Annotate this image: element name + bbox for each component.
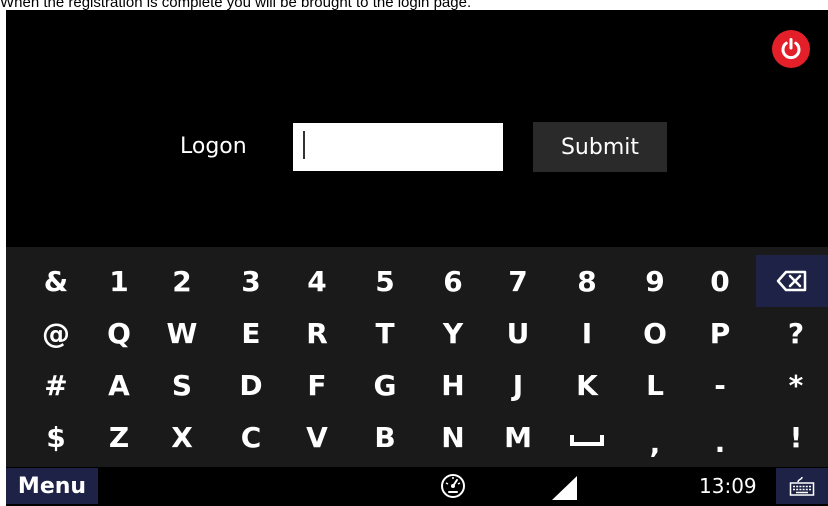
key-w[interactable]: W [150,307,214,359]
keyboard-toggle-button[interactable] [776,468,828,504]
key-2[interactable]: 2 [150,255,214,307]
keyboard-row-2: @ Q W E R T Y U I O P ? [6,307,828,359]
key-l[interactable]: L [623,359,687,411]
key-m[interactable]: M [486,411,550,463]
keyboard-icon [789,476,815,496]
key-a[interactable]: A [87,359,151,411]
taskbar: Menu 13:09 [6,467,828,506]
device-screen: Logon Submit & 1 2 3 4 5 6 7 8 9 0 @ Q W… [6,10,828,506]
key-0[interactable]: 0 [688,255,752,307]
key-ampersand[interactable]: & [24,255,88,307]
key-y[interactable]: Y [421,307,485,359]
key-i[interactable]: I [555,307,619,359]
key-6[interactable]: 6 [421,255,485,307]
key-v[interactable]: V [285,411,349,463]
key-4[interactable]: 4 [285,255,349,307]
key-dash[interactable]: - [688,359,752,411]
key-h[interactable]: H [421,359,485,411]
gauge-icon[interactable] [440,473,466,499]
logon-label: Logon [180,134,247,159]
key-question[interactable]: ? [764,307,828,359]
key-at[interactable]: @ [24,307,88,359]
backspace-key[interactable] [756,255,828,307]
signal-icon [552,476,577,500]
key-7[interactable]: 7 [486,255,550,307]
key-o[interactable]: O [623,307,687,359]
caption-text: When the registration is complete you wi… [0,0,472,10]
backspace-icon [776,270,807,292]
on-screen-keyboard: & 1 2 3 4 5 6 7 8 9 0 @ Q W E R T Y U I … [6,247,828,467]
key-5[interactable]: 5 [353,255,417,307]
key-p[interactable]: P [688,307,752,359]
power-icon [781,38,801,60]
key-8[interactable]: 8 [555,255,619,307]
key-3[interactable]: 3 [219,255,283,307]
key-asterisk[interactable]: * [764,359,828,411]
key-1[interactable]: 1 [87,255,151,307]
power-button[interactable] [772,30,810,68]
key-q[interactable]: Q [87,307,151,359]
key-comma[interactable]: , [623,411,687,463]
key-d[interactable]: D [219,359,283,411]
key-r[interactable]: R [285,307,349,359]
key-hash[interactable]: # [24,359,88,411]
key-n[interactable]: N [421,411,485,463]
key-t[interactable]: T [353,307,417,359]
key-k[interactable]: K [555,359,619,411]
keyboard-row-3: # A S D F G H J K L - * [6,359,828,411]
space-bar-icon [570,435,604,446]
key-period[interactable]: . [688,411,752,463]
keyboard-row-1: & 1 2 3 4 5 6 7 8 9 0 [6,255,828,307]
key-j[interactable]: J [486,359,550,411]
key-f[interactable]: F [285,359,349,411]
key-z[interactable]: Z [87,411,151,463]
page-root: When the registration is complete you wi… [0,0,828,506]
logon-input[interactable] [293,123,503,171]
menu-button[interactable]: Menu [6,468,98,504]
key-space[interactable] [555,411,619,463]
key-b[interactable]: B [353,411,417,463]
key-u[interactable]: U [486,307,550,359]
key-x[interactable]: X [150,411,214,463]
clock: 13:09 [699,474,757,498]
key-g[interactable]: G [353,359,417,411]
text-caret [303,131,305,159]
submit-button[interactable]: Submit [533,122,667,172]
key-c[interactable]: C [219,411,283,463]
key-exclamation[interactable]: ! [764,411,828,463]
keyboard-row-4: $ Z X C V B N M , . ! [6,411,828,463]
key-s[interactable]: S [150,359,214,411]
key-e[interactable]: E [219,307,283,359]
key-9[interactable]: 9 [623,255,687,307]
key-dollar[interactable]: $ [24,411,88,463]
